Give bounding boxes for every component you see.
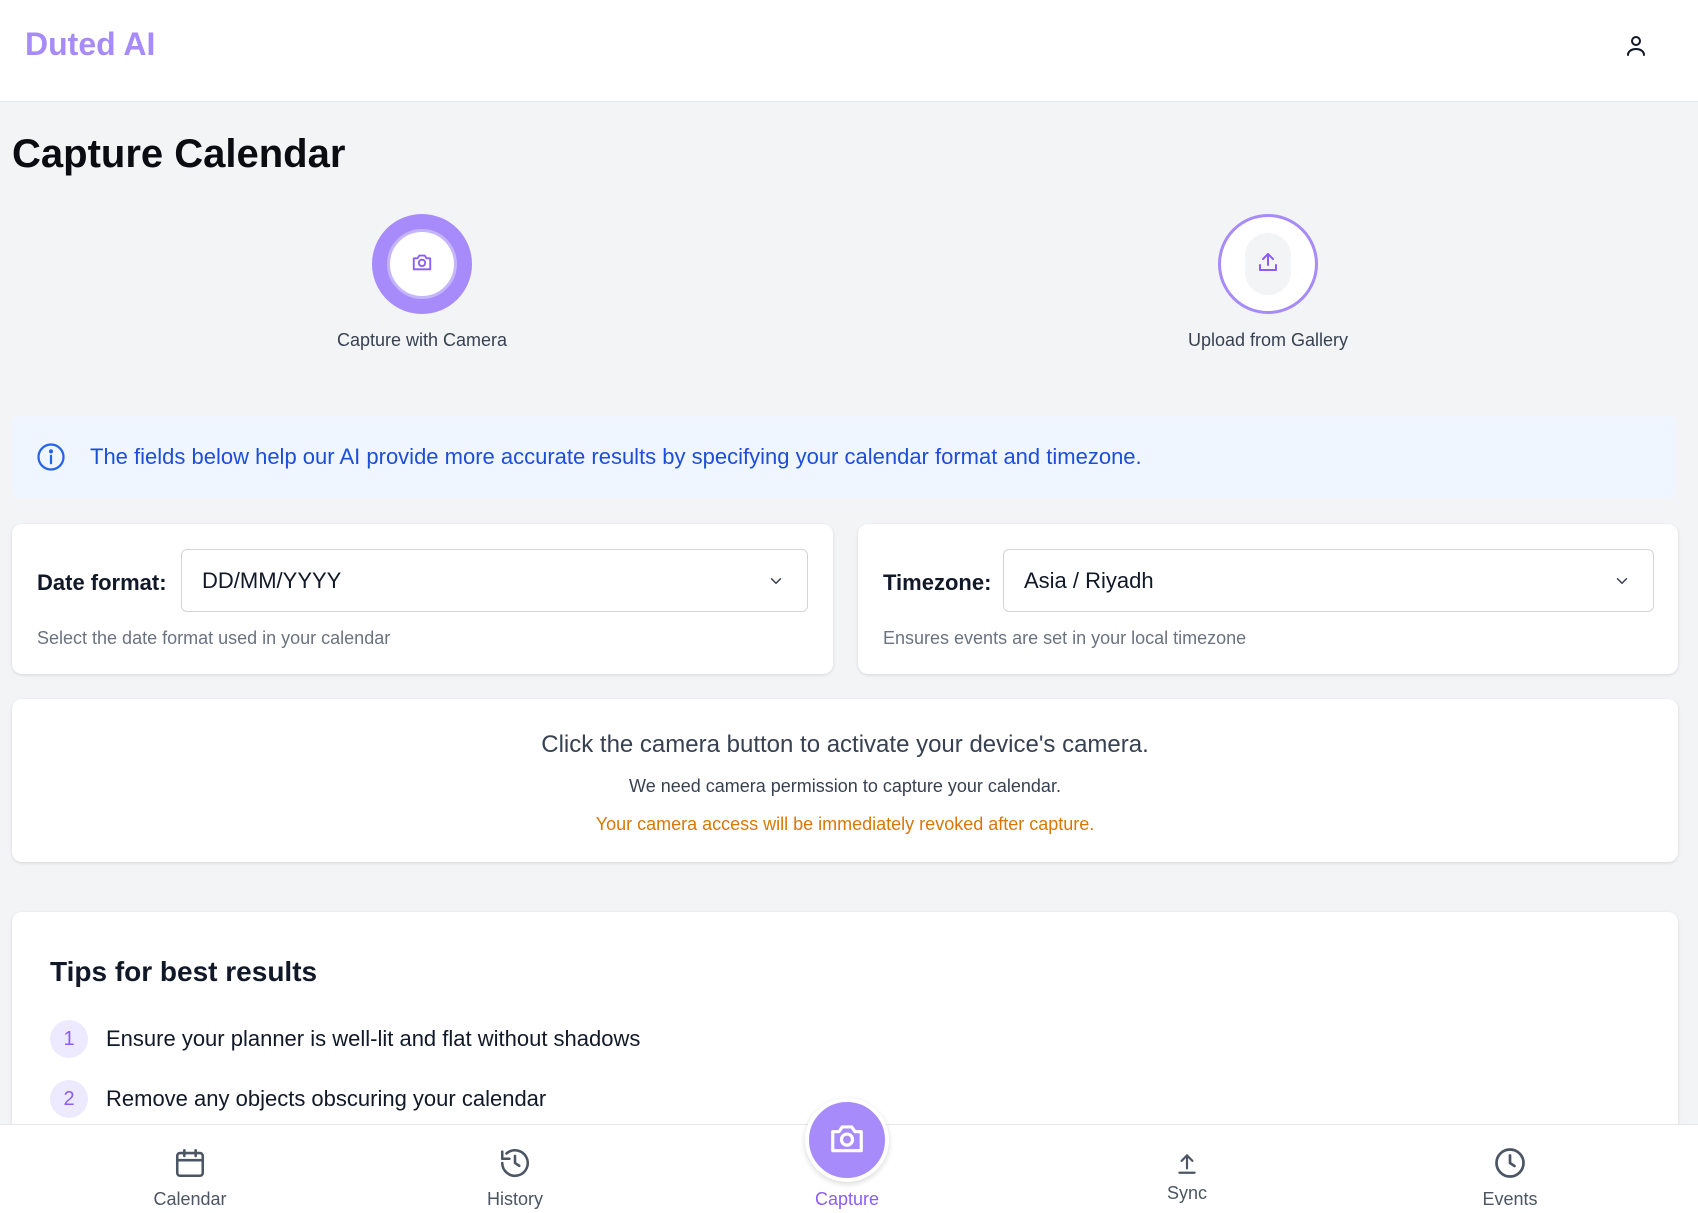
camera-icon [828,1119,866,1162]
camera-circle[interactable] [372,214,472,314]
chevron-down-icon [767,572,785,590]
timezone-card: Timezone: Asia / Riyadh Ensures events a… [858,524,1678,674]
nav-label-history: History [486,1189,543,1209]
date-format-value: DD/MM/YYYY [202,567,342,593]
date-format-label: Date format: [37,570,167,595]
camera-icon [411,251,433,278]
tips-title: Tips for best results [50,956,318,987]
camera-message-warning: Your camera access will be immediately r… [595,814,1095,834]
upload-circle[interactable] [1218,214,1318,314]
tip-number: 2 [50,1080,88,1118]
nav-item-calendar[interactable]: Calendar [110,1145,270,1210]
nav-label-calendar: Calendar [153,1189,227,1209]
user-icon [1624,34,1648,63]
camera-message-sub: We need camera permission to capture you… [629,776,1061,796]
nav-label-capture: Capture [814,1189,880,1209]
tip-item: 1 Ensure your planner is well-lit and fl… [50,1020,640,1058]
tip-text: Ensure your planner is well-lit and flat… [106,1026,641,1051]
capture-with-camera-button[interactable]: Capture with Camera [272,214,572,351]
upload-from-gallery-button[interactable]: Upload from Gallery [1118,214,1418,351]
tip-number: 1 [50,1020,88,1058]
brand-logo[interactable]: Duted AI [25,26,155,63]
upload-icon [1256,250,1280,279]
timezone-label: Timezone: [883,570,992,595]
info-banner: The fields below help our AI provide mor… [12,416,1676,498]
date-format-select[interactable]: DD/MM/YYYY [181,549,808,612]
nav-label-sync: Sync [1166,1183,1208,1203]
camera-message-main: Click the camera button to activate your… [541,731,1149,758]
tip-text: Remove any objects obscuring your calend… [106,1086,547,1111]
history-icon [498,1146,532,1185]
user-profile-button[interactable] [1618,30,1654,66]
capture-with-camera-label: Capture with Camera [336,330,508,350]
nav-item-sync[interactable]: Sync [1107,1145,1267,1204]
timezone-value: Asia / Riyadh [1024,567,1154,593]
clock-icon [1492,1145,1528,1186]
nav-item-events[interactable]: Events [1430,1145,1590,1210]
page-title: Capture Calendar [12,132,346,176]
sync-upload-icon [1174,1148,1200,1183]
date-format-help: Select the date format used in your cale… [37,628,391,648]
info-icon [36,442,66,472]
capture-fab-button[interactable] [805,1098,889,1182]
app-header: Duted AI [0,0,1698,102]
chevron-down-icon [1613,572,1631,590]
tip-item: 2 Remove any objects obscuring your cale… [50,1080,546,1118]
upload-from-gallery-label: Upload from Gallery [1187,330,1349,350]
info-text: The fields below help our AI provide mor… [90,444,1142,469]
calendar-icon [173,1146,207,1185]
camera-message-card: Click the camera button to activate your… [12,699,1678,862]
timezone-select[interactable]: Asia / Riyadh [1003,549,1654,612]
timezone-help: Ensures events are set in your local tim… [883,628,1247,648]
nav-item-history[interactable]: History [435,1145,595,1210]
nav-label-events: Events [1482,1189,1538,1209]
date-format-card: Date format: DD/MM/YYYY Select the date … [12,524,833,674]
